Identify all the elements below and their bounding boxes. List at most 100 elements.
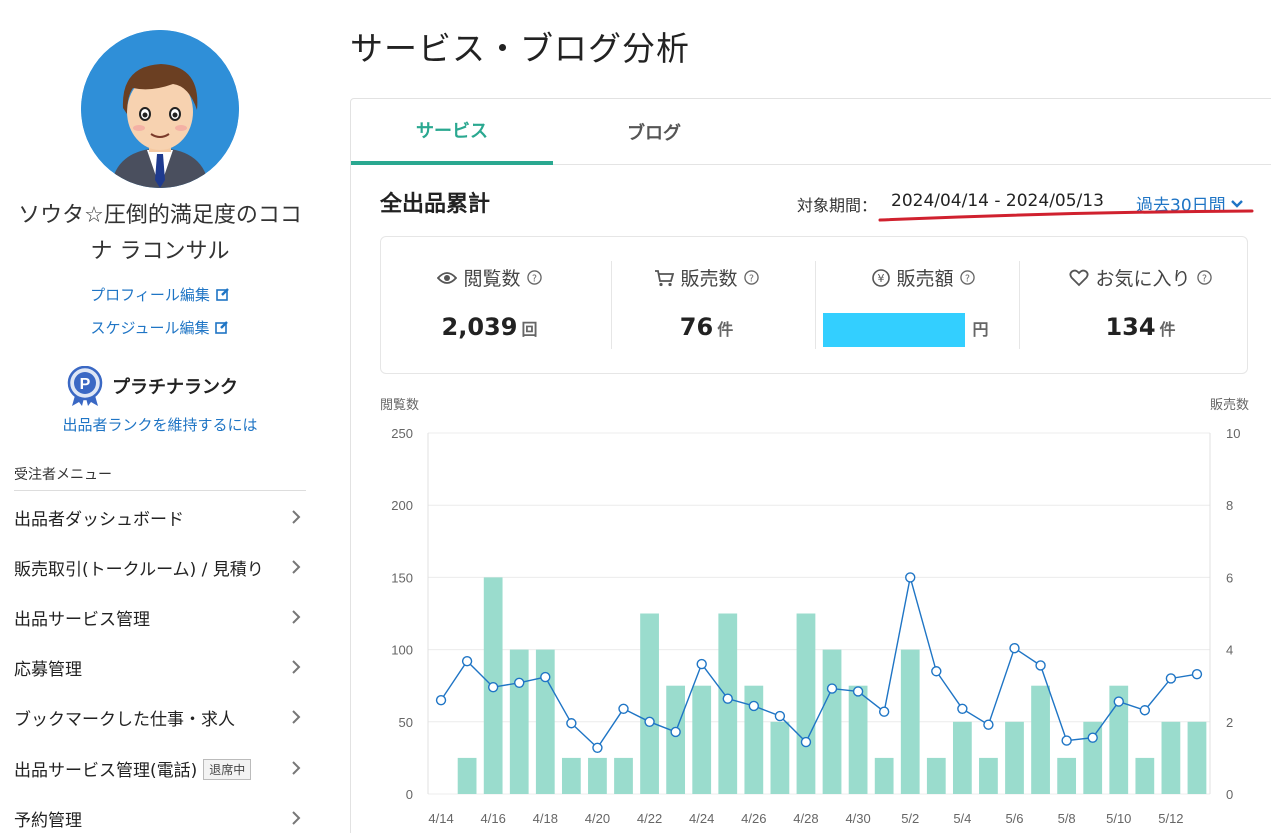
bar-sales-count xyxy=(1005,721,1024,794)
left-tick-label: 0 xyxy=(406,787,413,802)
stat-head: お気に入り ? xyxy=(1032,264,1249,291)
stat-value: 134 xyxy=(1105,313,1156,341)
menu-item-label: 出品サービス管理 xyxy=(14,609,150,630)
help-icon[interactable]: ? xyxy=(1196,270,1212,285)
menu-item-dashboard[interactable]: 出品者ダッシュボード xyxy=(14,502,306,532)
stat-views: 閲覧数 ? 2,039 回 xyxy=(381,237,598,375)
views-sales-chart: 閲覧数 販売数 0 50 100 150 200 250 0 2 4 6 8 10 4/14 4/16 4/18… xyxy=(380,397,1249,826)
stat-value-wrap: 134 件 xyxy=(1032,313,1249,341)
x-tick-label: 4/14 xyxy=(428,811,453,826)
help-icon[interactable]: ? xyxy=(526,270,542,285)
rank-label: プラチナランク xyxy=(112,377,238,398)
schedule-edit-label: スケジュール編集 xyxy=(90,319,210,337)
point-views xyxy=(670,726,681,738)
stat-value-wrap: 76 件 xyxy=(598,313,815,341)
point-views xyxy=(1165,673,1177,684)
svg-text:?: ? xyxy=(965,273,970,284)
right-tick-label: 4 xyxy=(1226,643,1233,658)
status-badge: 退席中 xyxy=(203,758,252,780)
menu-item-service-management[interactable]: 出品サービス管理 xyxy=(14,602,306,632)
svg-text:P: P xyxy=(80,376,91,393)
menu-item-transactions[interactable]: 販売取引(トークルーム) / 見積り xyxy=(14,552,306,582)
profile-name: ソウタ☆圧倒的満足度のココナ ラコンサル xyxy=(18,203,302,264)
avatar[interactable] xyxy=(81,30,239,188)
divider xyxy=(1019,261,1020,349)
left-tick-label: 200 xyxy=(391,498,413,513)
menu-item-phone-services[interactable]: 出品サービス管理(電話) 退席中 xyxy=(14,753,306,783)
stat-sales-count: 販売数 ? 76 件 xyxy=(598,237,815,375)
bar-sales-count xyxy=(1057,757,1077,794)
stat-label: お気に入り xyxy=(1095,268,1191,290)
chevron-right-icon xyxy=(292,660,301,674)
bar-sales-count xyxy=(822,649,842,794)
x-tick-label: 5/12 xyxy=(1158,811,1183,826)
stat-head: ¥ 販売額 ? xyxy=(815,264,1032,291)
profile-edit-label: プロフィール編集 xyxy=(90,286,210,304)
point-views xyxy=(618,703,629,715)
chevron-right-icon xyxy=(292,710,301,724)
rank-block: P プラチナランク xyxy=(66,366,238,406)
x-tick-label: 4/30 xyxy=(845,811,870,826)
stat-value: 2,039 xyxy=(441,313,518,341)
tab-blog[interactable]: ブログ xyxy=(553,99,755,165)
menu-item-bookmarks[interactable]: ブックマークした仕事・求人 xyxy=(14,702,306,732)
bar-sales-count xyxy=(979,757,998,794)
help-icon[interactable]: ? xyxy=(959,270,975,285)
help-icon[interactable]: ? xyxy=(743,270,759,285)
bar-sales-count xyxy=(952,721,972,794)
stat-head: 販売数 ? xyxy=(598,264,815,291)
point-views xyxy=(983,719,994,730)
stat-sales-amount: ¥ 販売額 ? 円 xyxy=(815,237,1032,375)
point-views xyxy=(644,716,655,727)
point-views xyxy=(461,655,473,667)
point-views xyxy=(774,710,786,722)
bar-sales-count xyxy=(457,757,477,794)
schedule-edit-link[interactable]: スケジュール編集 xyxy=(60,317,260,338)
x-tick-label: 4/18 xyxy=(533,811,558,826)
bar-sales-count xyxy=(848,685,868,794)
point-views xyxy=(1061,735,1072,746)
right-tick-label: 8 xyxy=(1226,498,1233,513)
point-views xyxy=(592,742,603,753)
eye-icon xyxy=(437,271,458,284)
right-axis-title: 販売数 xyxy=(1210,397,1249,412)
bar-sales-count xyxy=(509,649,529,794)
point-views xyxy=(1113,696,1124,707)
menu-item-reservations[interactable]: 予約管理 xyxy=(14,803,306,833)
x-tick-label: 4/20 xyxy=(585,811,610,826)
page-title: サービス・ブログ分析 xyxy=(350,29,690,68)
point-views xyxy=(748,700,760,712)
bar-sales-count xyxy=(666,685,686,794)
left-axis-title: 閲覧数 xyxy=(380,397,419,412)
stat-label: 販売数 xyxy=(680,268,738,290)
highlight-underline xyxy=(878,209,1254,222)
chevron-right-icon xyxy=(292,610,301,624)
stat-label: 販売額 xyxy=(896,268,954,290)
left-tick-label: 100 xyxy=(391,643,413,658)
platinum-rank-badge-icon: P xyxy=(67,366,103,406)
bar-sales-count xyxy=(692,685,712,794)
menu-item-label: 応募管理 xyxy=(14,659,82,680)
section-title: 全出品累計 xyxy=(380,192,491,217)
stat-label: 閲覧数 xyxy=(463,268,521,290)
bar-sales-count xyxy=(1135,757,1155,794)
rank-help-link[interactable]: 出品者ランクを維持するには xyxy=(40,414,280,435)
left-tick-label: 150 xyxy=(391,570,413,585)
profile-edit-link[interactable]: プロフィール編集 xyxy=(60,284,260,305)
menu-item-label: 販売取引(トークルーム) / 見積り xyxy=(14,559,264,580)
bar-sales-count xyxy=(1031,685,1050,794)
tab-service[interactable]: サービス xyxy=(351,99,553,165)
point-views xyxy=(514,677,525,689)
bar-sales-count xyxy=(640,613,659,794)
menu-item-applications[interactable]: 応募管理 xyxy=(14,652,306,682)
bar-sales-count xyxy=(900,649,920,794)
chevron-right-icon xyxy=(292,560,301,574)
bar-sales-count xyxy=(1161,721,1181,794)
point-views xyxy=(435,694,447,706)
point-views xyxy=(1191,668,1203,680)
svg-text:¥: ¥ xyxy=(878,272,885,285)
bar-sales-count xyxy=(770,721,790,794)
right-tick-label: 10 xyxy=(1226,426,1240,441)
left-tick-label: 250 xyxy=(391,426,413,441)
yen-icon: ¥ xyxy=(872,268,891,287)
